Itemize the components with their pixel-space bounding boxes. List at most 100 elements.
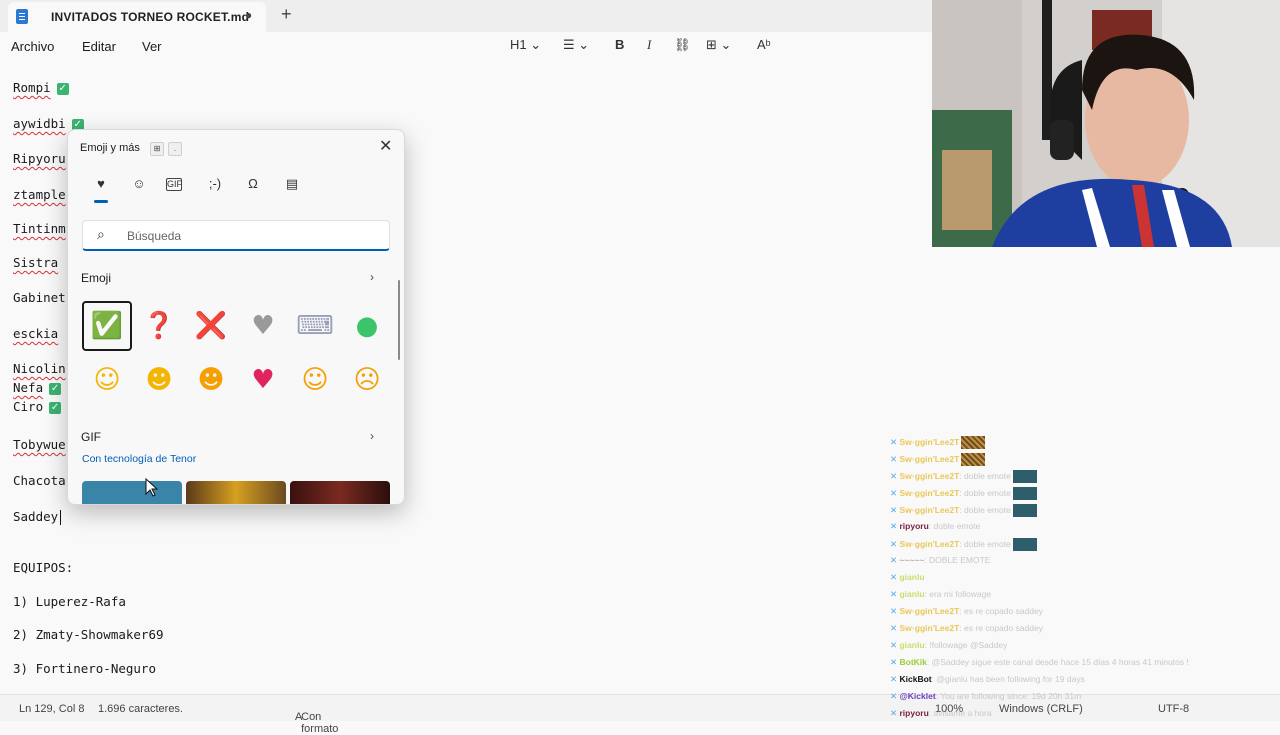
editor-line: Rompi ✓ xyxy=(13,80,69,95)
chat-message: ✕ Sw◦ggin'Lee2T: doble emote xyxy=(890,504,1037,517)
list-dropdown[interactable]: ☰ ⌄ xyxy=(563,37,589,53)
menu-bar: Archivo Editar Ver xyxy=(0,32,932,60)
search-input[interactable] xyxy=(125,226,379,246)
chat-username: gianlu xyxy=(899,589,925,599)
chat-message: ✕ ripyoru: avisame a hora xyxy=(890,708,992,719)
chat-message: ✕ Sw◦ggin'Lee2T: doble emote xyxy=(890,470,1037,483)
emoji-item[interactable]: ☻ xyxy=(134,355,184,405)
chat-text: : doble emote xyxy=(928,521,981,531)
link-icon[interactable]: ⛓ xyxy=(674,37,691,53)
chat-message: ✕ ripyoru: doble emote xyxy=(890,521,980,532)
gif-thumbnail[interactable] xyxy=(186,481,286,504)
gif-thumbnail[interactable] xyxy=(290,481,390,504)
chat-message: ✕ Sw◦ggin'Lee2T: es re copado saddey xyxy=(890,606,1043,617)
emoji-item[interactable]: ♥ xyxy=(238,355,288,405)
menu-ver[interactable]: Ver xyxy=(142,39,162,54)
chat-text: : !followage @Saddey xyxy=(924,640,1008,650)
chat-username: ~~~~~ xyxy=(899,555,925,565)
notepad-icon xyxy=(16,9,28,24)
heading-label: H1 xyxy=(510,37,527,52)
editor-line: Nicolin xyxy=(13,361,66,376)
chat-username: BotKik xyxy=(899,657,927,667)
chat-message: ✕ @Kicklet: You are following since: 19d… xyxy=(890,691,1081,702)
gif-section-title: GIF xyxy=(81,430,101,444)
format-label: Con formato xyxy=(301,711,339,735)
emoji-item[interactable]: ❌ xyxy=(186,301,236,351)
chat-emote-icon xyxy=(961,453,986,466)
tenor-credit-link[interactable]: Con tecnología de Tenor xyxy=(82,453,196,465)
chat-text: : DOBLE EMOTE xyxy=(924,555,991,565)
tab-symbols[interactable]: Ω xyxy=(242,176,264,191)
editor-line: 3) Fortinero-Neguro xyxy=(13,661,156,676)
editor-line: Gabinet xyxy=(13,290,66,305)
tab-title: INVITADOS TORNEO ROCKET.md xyxy=(51,10,250,24)
chat-message: ✕ Sw◦ggin'Lee2T xyxy=(890,453,986,466)
emoji-section-title: Emoji xyxy=(81,271,112,285)
chevron-right-icon[interactable]: › xyxy=(370,270,374,284)
chevron-right-icon[interactable]: › xyxy=(370,429,374,443)
chat-text: : You are following since: 19d 20h 31m xyxy=(935,691,1082,701)
close-button[interactable]: ✕ xyxy=(379,136,392,156)
chevron-down-icon: ⌄ xyxy=(578,37,590,52)
chat-text: : es re copado saddey xyxy=(959,606,1043,616)
tab-kaomoji[interactable]: ;-) xyxy=(204,176,226,191)
emoji-item[interactable]: ☹ xyxy=(342,355,392,405)
editor-line: Ciro ✓ xyxy=(13,399,62,414)
emoji-item[interactable]: ⌨ xyxy=(290,301,340,351)
tab-emoji[interactable]: ☺ xyxy=(128,176,150,191)
chat-message: ✕ Sw◦ggin'Lee2T: doble emote xyxy=(890,487,1037,500)
period-key-icon: . xyxy=(168,142,182,156)
chat-username: KickBot xyxy=(899,674,932,684)
tab-gif[interactable]: GIF xyxy=(166,178,182,191)
heading-dropdown[interactable]: H1 ⌄ xyxy=(510,37,541,53)
tab-favorites[interactable]: ♥ xyxy=(90,176,112,191)
emoji-panel: Emoji y más ⊞ . ✕ ♥ ☺ GIF ;-) Ω ▤ ⌕ Emoj… xyxy=(67,129,405,505)
editor-line: Ripyoru xyxy=(13,151,66,166)
chat-username: Sw◦ggin'Lee2T xyxy=(899,436,960,447)
chat-emote-icon xyxy=(1012,538,1037,551)
chat-text: : avisame a hora xyxy=(928,708,992,718)
check-mark-icon: ✓ xyxy=(49,401,62,414)
format-toggle[interactable]: A Con formato xyxy=(295,703,338,735)
chat-username: gianlu xyxy=(899,572,925,582)
spellcheck-icon[interactable]: Aᵇ xyxy=(757,37,771,52)
tab-document[interactable]: INVITADOS TORNEO ROCKET.md ● xyxy=(8,2,266,32)
unsaved-indicator[interactable]: ● xyxy=(245,8,252,22)
chat-username: Sw◦ggin'Lee2T xyxy=(899,487,960,498)
new-tab-button[interactable]: + xyxy=(281,4,292,25)
emoji-item[interactable]: ♥ xyxy=(238,301,288,351)
chat-text: : doble emote xyxy=(959,470,1011,481)
chat-text: : doble emote xyxy=(959,487,1011,498)
editor-line: 1) Luperez-Rafa xyxy=(13,594,126,609)
editor-line: EQUIPOS: xyxy=(13,560,74,575)
mouse-cursor-icon xyxy=(145,478,159,497)
bold-button[interactable]: B xyxy=(615,37,624,52)
chat-message: ✕ Sw◦ggin'Lee2T: es re copado saddey xyxy=(890,623,1043,634)
webcam-image xyxy=(932,0,1280,247)
chat-text: : es re copado saddey xyxy=(959,623,1043,633)
emoji-item[interactable]: ☻ xyxy=(186,355,236,405)
editor-line: esckia xyxy=(13,326,59,341)
gif-thumbnail[interactable] xyxy=(82,481,182,504)
table-icon: ⊞ xyxy=(706,37,717,52)
italic-button[interactable]: I xyxy=(647,37,651,53)
emoji-item[interactable]: ❓ xyxy=(134,301,184,351)
table-dropdown[interactable]: ⊞ ⌄ xyxy=(706,37,731,53)
editor-line: Tobywue xyxy=(13,437,66,452)
check-mark-icon: ✓ xyxy=(49,382,62,395)
menu-editar[interactable]: Editar xyxy=(82,39,116,54)
webcam-overlay xyxy=(932,0,1280,247)
editor-line: ztample xyxy=(13,187,66,202)
emoji-item[interactable]: ● xyxy=(342,301,392,351)
chat-message: ✕ Sw◦ggin'Lee2T: doble emote xyxy=(890,538,1037,551)
chat-text: : @gianlu has been following for 19 days xyxy=(931,674,1085,684)
search-box[interactable]: ⌕ xyxy=(82,220,390,251)
emoji-item[interactable]: ☺ xyxy=(82,355,132,405)
scrollbar[interactable] xyxy=(398,280,400,360)
emoji-item[interactable]: ✅ xyxy=(82,301,132,351)
emoji-item[interactable]: ☺ xyxy=(290,355,340,405)
chat-emote-icon xyxy=(1012,487,1037,500)
tab-clipboard[interactable]: ▤ xyxy=(281,176,303,192)
chat-username: Sw◦ggin'Lee2T xyxy=(899,606,960,616)
menu-archivo[interactable]: Archivo xyxy=(11,39,54,54)
